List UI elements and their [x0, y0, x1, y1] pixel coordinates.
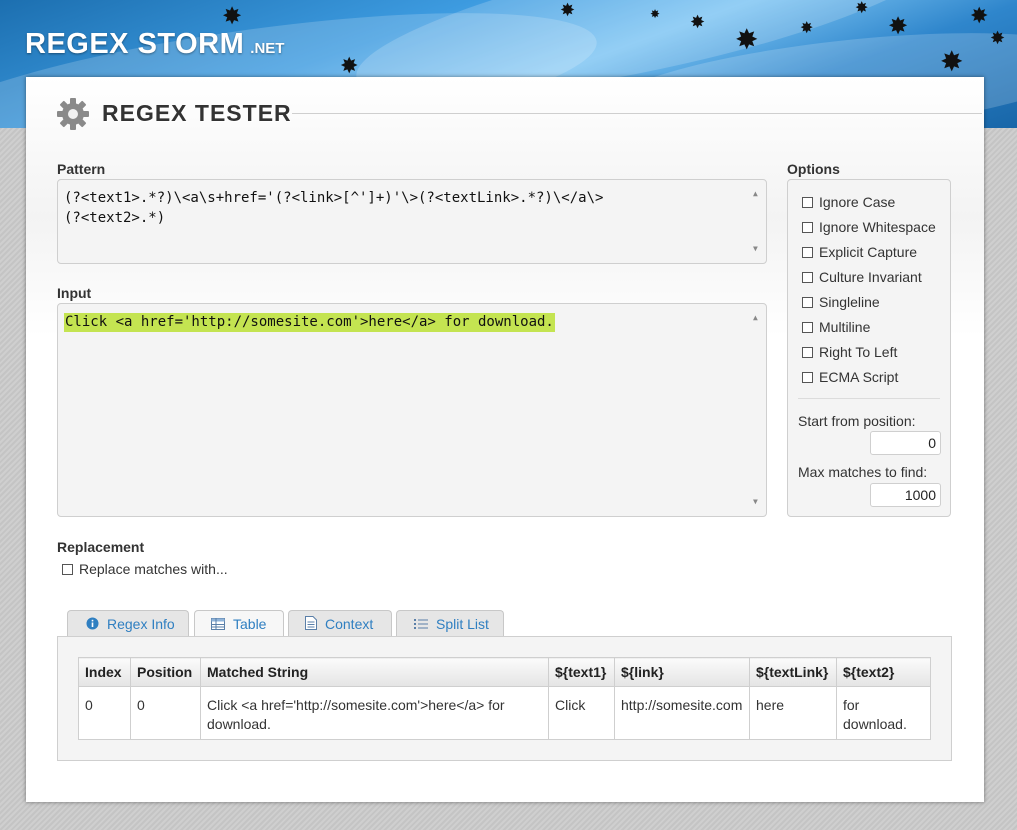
leaf-icon: ✸	[560, 0, 576, 21]
checkbox[interactable]	[62, 564, 73, 575]
max-matches-input[interactable]: 1000	[870, 483, 941, 507]
leaf-icon: ✸	[735, 23, 759, 56]
site-logo-name: REGEX STORM	[25, 28, 245, 60]
option-label: Explicit Capture	[819, 244, 918, 260]
column-header: Index	[78, 657, 131, 687]
table-cell: 0	[78, 686, 131, 740]
tab-regex-info[interactable]: Regex Info	[67, 610, 189, 636]
tab-split-list[interactable]: Split List	[396, 610, 504, 636]
leaf-icon: ✸	[340, 54, 359, 79]
options-divider	[798, 398, 940, 399]
checkbox[interactable]	[802, 322, 813, 333]
input-textarea[interactable]: Click <a href='http://somesite.com'>here…	[57, 303, 767, 517]
option-multiline[interactable]: Multiline	[802, 319, 870, 335]
tab-label: Context	[325, 616, 374, 632]
pattern-line: (?<text2>.*)	[64, 210, 166, 226]
leaf-icon: ✸	[970, 4, 989, 29]
start-position-input[interactable]: 0	[870, 431, 941, 455]
pattern-line: (?<text1>.*?)\<a\s+href='(?<link>[^']+)'…	[64, 190, 604, 206]
table-cell: here	[749, 686, 837, 740]
page-title: REGEX TESTER	[102, 100, 292, 126]
option-label: Right To Left	[819, 344, 898, 360]
checkbox[interactable]	[802, 297, 813, 308]
options-label: Options	[787, 161, 840, 177]
column-header: Matched String	[200, 657, 549, 687]
option-ecma-script[interactable]: ECMA Script	[802, 369, 898, 385]
checkbox[interactable]	[802, 372, 813, 383]
options-panel: Ignore Case Ignore Whitespace Explicit C…	[787, 179, 951, 517]
option-culture-invariant[interactable]: Culture Invariant	[802, 269, 922, 285]
leaf-icon: ✸	[650, 7, 661, 21]
pattern-input[interactable]: (?<text1>.*?)\<a\s+href='(?<link>[^']+)'…	[57, 179, 767, 264]
document-icon	[305, 612, 317, 638]
option-label: Culture Invariant	[819, 269, 922, 285]
results-panel: Index Position Matched String ${text1} $…	[57, 636, 952, 761]
leaf-icon: ✸	[222, 2, 243, 30]
option-ignore-case[interactable]: Ignore Case	[802, 194, 895, 210]
leaf-icon: ✸	[940, 45, 964, 78]
tab-table[interactable]: Table	[194, 610, 284, 637]
checkbox[interactable]	[802, 347, 813, 358]
replace-matches-option[interactable]: Replace matches with...	[62, 561, 228, 577]
pattern-label: Pattern	[57, 161, 106, 177]
scroll-down-icon[interactable]: ▼	[753, 239, 758, 259]
tab-label: Split List	[436, 616, 489, 632]
title-divider	[292, 113, 982, 114]
scroll-up-icon[interactable]: ▲	[753, 308, 758, 328]
option-label: Singleline	[819, 294, 880, 310]
leaf-icon: ✸	[888, 12, 909, 40]
pattern-scrollbar[interactable]: ▲ ▼	[753, 184, 762, 259]
table-cell: http://somesite.com	[614, 686, 750, 740]
results-table: Index Position Matched String ${text1} $…	[78, 657, 931, 740]
site-logo[interactable]: REGEX STORM .NET	[25, 28, 284, 61]
main-panel: REGEX TESTER Pattern (?<text1>.*?)\<a\s+…	[26, 77, 984, 802]
leaf-icon: ✸	[990, 28, 1006, 49]
list-icon	[414, 612, 428, 638]
checkbox[interactable]	[802, 197, 813, 208]
tab-label: Table	[233, 616, 267, 632]
gear-icon	[57, 98, 89, 130]
start-position-label: Start from position:	[798, 413, 916, 429]
tab-label: Regex Info	[107, 616, 175, 632]
option-label: Ignore Whitespace	[819, 219, 936, 235]
input-label: Input	[57, 285, 92, 301]
table-icon	[211, 612, 225, 638]
option-label: ECMA Script	[819, 369, 899, 385]
input-scrollbar[interactable]: ▲ ▼	[753, 308, 762, 512]
max-matches-label: Max matches to find:	[798, 464, 928, 480]
replacement-label: Replacement	[57, 539, 145, 555]
table-header-row: Index Position Matched String ${text1} $…	[78, 657, 931, 687]
option-explicit-capture[interactable]: Explicit Capture	[802, 244, 917, 260]
replace-matches-label: Replace matches with...	[79, 561, 228, 577]
table-cell: 0	[130, 686, 201, 740]
leaf-icon: ✸	[855, 0, 869, 17]
tab-context[interactable]: Context	[288, 610, 392, 636]
checkbox[interactable]	[802, 222, 813, 233]
table-cell: for download.	[836, 686, 931, 740]
column-header: ${link}	[614, 657, 750, 687]
option-label: Multiline	[819, 319, 871, 335]
option-right-to-left[interactable]: Right To Left	[802, 344, 897, 360]
checkbox[interactable]	[802, 247, 813, 258]
scroll-down-icon[interactable]: ▼	[753, 492, 758, 512]
site-logo-tld: .NET	[250, 40, 285, 57]
column-header: ${text1}	[548, 657, 615, 687]
option-label: Ignore Case	[819, 194, 896, 210]
column-header: Position	[130, 657, 201, 687]
leaf-icon: ✸	[690, 12, 706, 33]
match-highlight: Click <a href='http://somesite.com'>here…	[64, 313, 555, 332]
column-header: ${textLink}	[749, 657, 837, 687]
scroll-up-icon[interactable]: ▲	[753, 184, 758, 204]
checkbox[interactable]	[802, 272, 813, 283]
option-ignore-whitespace[interactable]: Ignore Whitespace	[802, 219, 936, 235]
table-cell: Click	[548, 686, 615, 740]
table-row: 0 0 Click <a href='http://somesite.com'>…	[78, 686, 931, 740]
column-header: ${text2}	[836, 657, 931, 687]
table-cell: Click <a href='http://somesite.com'>here…	[200, 686, 549, 740]
option-singleline[interactable]: Singleline	[802, 294, 880, 310]
leaf-icon: ✸	[800, 18, 814, 37]
info-icon	[86, 612, 99, 638]
